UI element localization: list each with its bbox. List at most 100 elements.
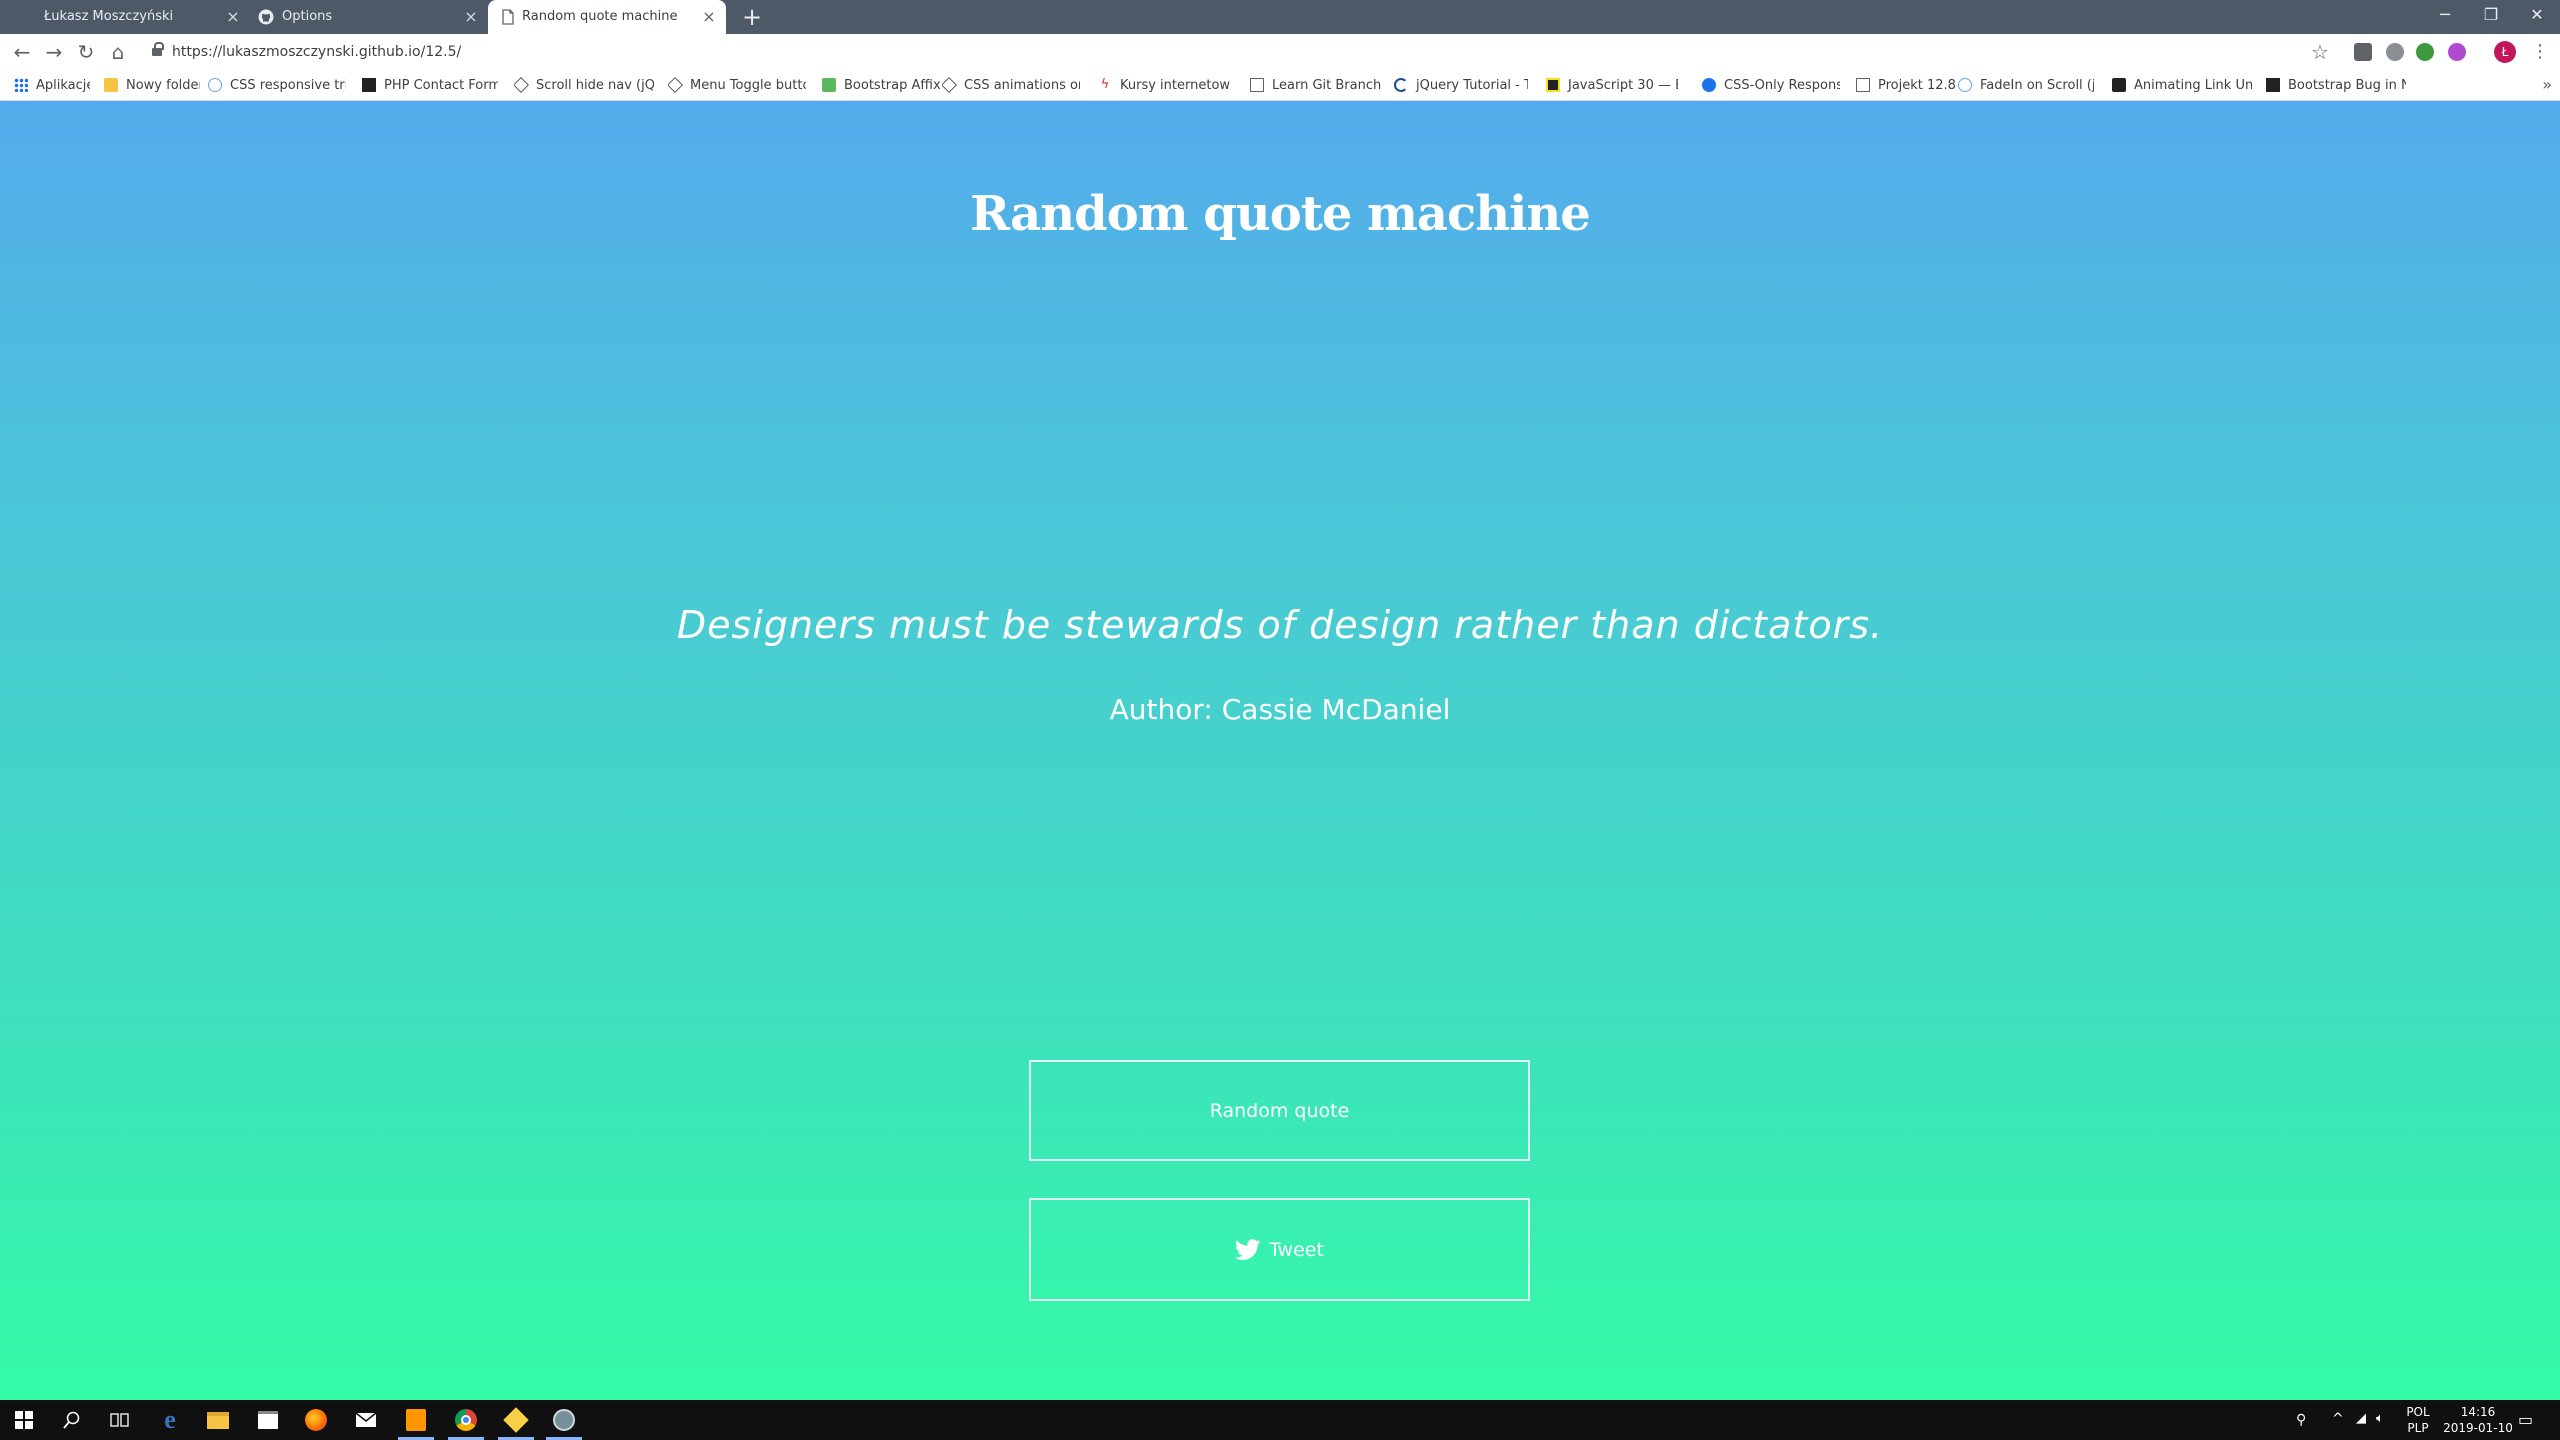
bookmark-label: Scroll hide nav (jQue [536,77,654,93]
browser-tab-strip: Łukasz Moszczyński × Options × Random qu… [0,0,2560,34]
extension-icon[interactable] [2416,43,2434,61]
tab-options[interactable]: Options × [248,0,486,34]
tab-random-quote[interactable]: Random quote machine × [488,0,726,34]
network-icon[interactable]: ◢ [2356,1411,2372,1440]
system-clock[interactable]: 14:16 2019-01-10 [2438,1404,2518,1436]
file-explorer-app[interactable] [194,1400,242,1440]
bookmark-item[interactable]: Menu Toggle button [668,70,806,100]
b-square-icon [2266,78,2280,92]
minimize-button[interactable]: ─ [2422,0,2468,30]
bookmark-item[interactable]: ϟ Kursy internetowe – [1098,70,1230,100]
search-button[interactable] [48,1400,96,1440]
tab-lukasz[interactable]: Łukasz Moszczyński × [0,0,245,34]
volume-icon[interactable]: 🔈︎ [2376,1411,2394,1440]
home-icon[interactable]: ⌂ [104,38,132,66]
edge-icon: e [164,1405,176,1434]
apps-grid-icon [14,78,28,92]
close-icon[interactable]: × [700,8,718,26]
bookmark-label: CSS-Only Responsive [1724,77,1840,93]
bookmark-item[interactable]: FadeIn on Scroll (jQu [1958,70,2094,100]
page-body: Random quote machine Designers must be s… [0,101,2560,1400]
people-icon[interactable]: ⚲ [2296,1412,2316,1440]
task-view-icon [110,1413,129,1427]
codepen-icon [514,77,529,93]
dark-logo-icon [2112,78,2126,92]
cloud-icon [208,78,222,92]
lock-icon [152,42,164,58]
firefox-app[interactable] [292,1400,340,1440]
extension-icon[interactable] [2354,43,2372,61]
extension-icon[interactable] [2386,43,2404,61]
bookmarks-overflow-icon[interactable]: » [2542,70,2552,100]
start-button[interactable] [0,1400,48,1440]
forward-icon[interactable]: → [40,38,68,66]
bookmark-item[interactable]: PHP Contact Form: C [362,70,498,100]
keyboard-layout: PLP [2407,1421,2429,1435]
git-app[interactable] [492,1400,540,1440]
bookmark-item[interactable]: Bootstrap Affix [822,70,942,100]
mail-app[interactable] [342,1400,390,1440]
bookmark-star-icon[interactable]: ☆ [2306,38,2334,66]
blue-circle-icon [1702,78,1716,92]
bookmark-item[interactable]: JavaScript 30 — Build [1546,70,1678,100]
windows-taskbar: e ⚲ ^ ◢ 🔈︎ POL PLP 14:16 2019-01-10 ▭ [0,1400,2560,1440]
close-icon[interactable]: × [462,8,480,26]
task-view-button[interactable] [96,1400,144,1440]
notifications-icon[interactable]: ▭ [2518,1410,2538,1440]
sublime-app[interactable] [392,1400,440,1440]
bookmark-item[interactable]: Animating Link Unde [2112,70,2252,100]
store-bag-icon [258,1411,278,1429]
bookmark-label: PHP Contact Form: C [384,77,498,93]
bookmark-label: jQuery Tutorial - Try [1416,77,1528,93]
menu-dots-icon[interactable]: ⋮ [2526,38,2554,66]
close-icon[interactable]: × [224,8,242,26]
bookmark-item[interactable]: Scroll hide nav (jQue [514,70,654,100]
browser-toolbar: ← → ↻ ⌂ https://lukaszmoszczynski.github… [0,34,2560,70]
reload-icon[interactable]: ↻ [72,38,100,66]
bookmark-apps[interactable]: Aplikacje [14,70,90,100]
bookmark-label: CSS animations on sc [964,77,1080,93]
quote-author: Author: Cassie McDaniel [1109,693,1451,726]
store-app[interactable] [244,1400,292,1440]
bookmark-item[interactable]: Bootstrap Bug in Na [2266,70,2406,100]
bookmark-item[interactable]: CSS responsive trian [208,70,346,100]
bookmark-label: JavaScript 30 — Build [1568,77,1678,93]
green-icon [822,78,836,92]
twitter-icon [1235,1238,1261,1260]
restore-button[interactable]: ❐ [2468,0,2514,30]
tweet-label: Tweet [1269,1238,1324,1261]
sublime-icon [406,1409,426,1431]
language-indicator[interactable]: POL PLP [2404,1404,2432,1436]
url-text[interactable]: https://lukaszmoszczynski.github.io/12.5… [172,38,461,66]
bookmark-item[interactable]: jQuery Tutorial - Try [1394,70,1528,100]
bookmark-label: CSS responsive trian [230,77,346,93]
folder-icon [207,1411,229,1429]
address-bar[interactable]: https://lukaszmoszczynski.github.io/12.5… [140,38,2344,66]
random-quote-button[interactable]: Random quote [1029,1060,1530,1161]
new-tab-button[interactable]: + [738,4,766,32]
extension-icon[interactable] [2448,43,2466,61]
close-window-button[interactable]: ✕ [2514,0,2560,30]
bookmark-item[interactable]: CSS-Only Responsive [1702,70,1840,100]
t-square-icon [362,78,376,92]
app-icon [553,1409,575,1431]
chrome-app[interactable] [442,1400,490,1440]
mail-icon [355,1412,377,1427]
chrome-icon [455,1409,477,1431]
tweet-button[interactable]: Tweet [1029,1198,1530,1301]
app-icon-bird[interactable] [540,1400,588,1440]
bookmark-folder[interactable]: Nowy folder [104,70,200,100]
cloud-icon [1958,78,1972,92]
bookmark-item[interactable]: Projekt 12.8 [1856,70,1956,100]
windows-icon [15,1411,33,1429]
firefox-icon [305,1409,327,1431]
page-icon [502,9,514,25]
chevron-up-icon[interactable]: ^ [2332,1411,2348,1440]
bookmark-item[interactable]: Learn Git Branching [1250,70,1382,100]
tab-title: Options [282,9,333,24]
bookmark-item[interactable]: CSS animations on sc [942,70,1080,100]
bookmark-label: Projekt 12.8 [1878,77,1956,93]
back-icon[interactable]: ← [8,38,36,66]
profile-avatar[interactable]: Ł [2494,41,2516,63]
edge-app[interactable]: e [146,1400,194,1440]
